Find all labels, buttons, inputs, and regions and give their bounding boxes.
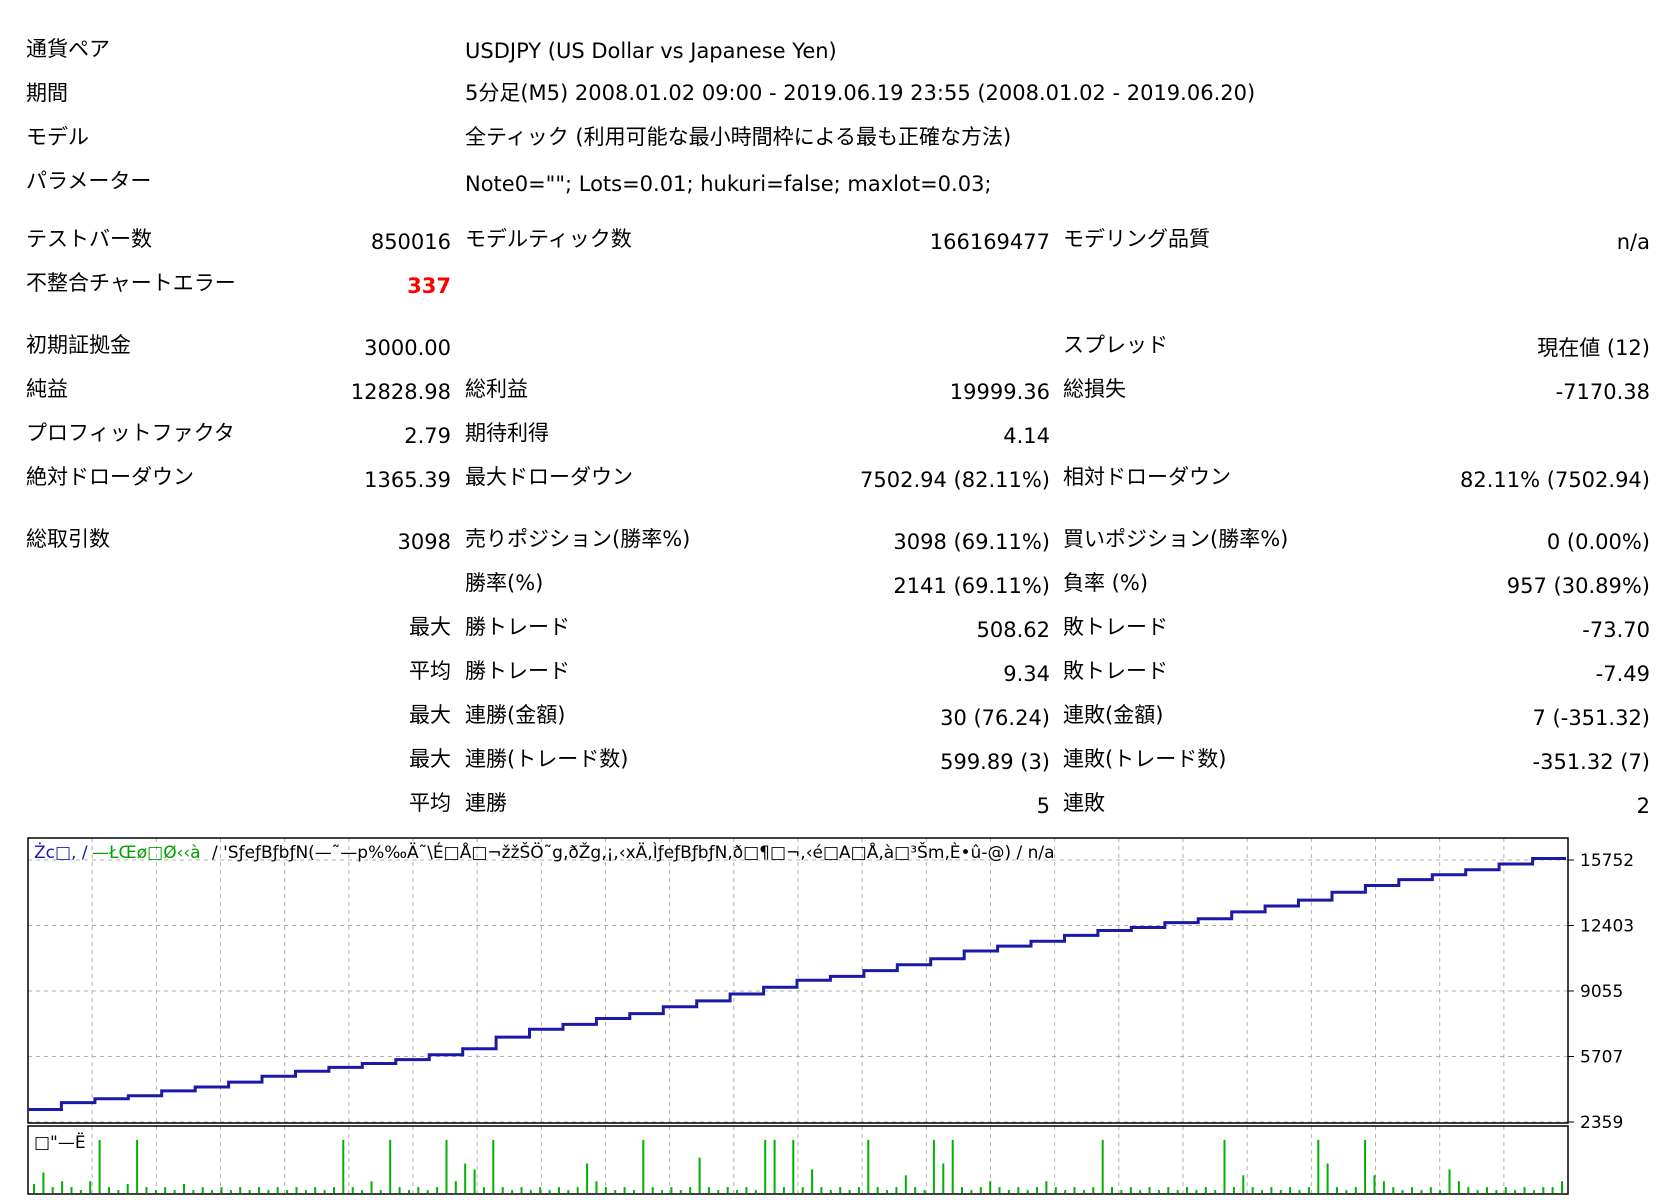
balance-series-line — [28, 857, 1566, 1111]
y-tick-label: 9055 — [1580, 982, 1623, 1002]
legend-balance: Żc□, / — [34, 842, 88, 863]
largest-loss-value: -73.70 — [1582, 618, 1650, 642]
mismatch-errors-value: 337 — [407, 274, 451, 298]
win-rate-label: 勝率(%) — [465, 571, 544, 595]
max-label-3: 最大 — [409, 747, 451, 771]
period-label: 期間 — [26, 81, 68, 105]
avg-win-value: 9.34 — [1003, 662, 1050, 686]
win-rate-value: 2141 (69.11%) — [893, 574, 1050, 598]
y-axis-ticks: 2359 5707 9055 12403 15752 — [1568, 851, 1634, 1133]
gross-loss-value: -7170.38 — [1555, 380, 1650, 404]
avg-consec-wins-label: 連勝 — [465, 791, 507, 815]
avg-loss-value: -7.49 — [1595, 662, 1650, 686]
initial-deposit-label: 初期証拠金 — [26, 333, 131, 357]
modeling-quality-label: モデリング品質 — [1063, 227, 1210, 251]
largest-win-label: 勝トレード — [465, 615, 570, 639]
largest-loss-label: 敗トレード — [1063, 615, 1168, 639]
expected-payoff-label: 期待利得 — [465, 421, 549, 445]
avg-win-label: 勝トレード — [465, 659, 570, 683]
rel-drawdown-label: 相対ドローダウン — [1063, 465, 1231, 489]
y-tick-label: 5707 — [1580, 1048, 1623, 1068]
y-tick-label: 2359 — [1580, 1113, 1623, 1133]
currency-pair-value: USDJPY (US Dollar vs Japanese Yen) — [465, 39, 837, 63]
test-bars-label: テストバー数 — [26, 227, 152, 251]
y-tick-label: 15752 — [1580, 851, 1634, 871]
loss-rate-label: 負率 (%) — [1063, 571, 1149, 595]
net-profit-value: 12828.98 — [350, 380, 451, 404]
max-consec-losses-count-label: 連敗(トレード数) — [1063, 747, 1227, 771]
abs-drawdown-value: 1365.39 — [364, 468, 451, 492]
modeling-quality-value: n/a — [1616, 230, 1650, 254]
max-consec-losses-amount-label: 連敗(金額) — [1063, 703, 1164, 727]
short-positions-value: 3098 (69.11%) — [893, 530, 1050, 554]
avg-loss-label: 敗トレード — [1063, 659, 1168, 683]
max-drawdown-label: 最大ドローダウン — [465, 465, 633, 489]
model-value: 全ティック (利用可能な最小時間枠による最も正確な方法) — [465, 125, 1012, 149]
y-tick-label: 12403 — [1580, 917, 1634, 937]
mismatch-errors-label: 不整合チャートエラー — [26, 271, 236, 295]
max-consec-losses-count-value: -351.32 (7) — [1532, 750, 1650, 774]
total-trades-value: 3098 — [397, 530, 451, 554]
balance-chart: 2359 5707 9055 12403 15752 Żc□, / —ŁŒø□Ø‹‹à … — [0, 830, 1672, 1200]
currency-pair-label: 通貨ペア — [26, 37, 110, 61]
avg-label-2: 平均 — [409, 791, 451, 815]
max-label-2: 最大 — [409, 703, 451, 727]
long-positions-value: 0 (0.00%) — [1546, 530, 1650, 554]
max-drawdown-value: 7502.94 (82.11%) — [860, 468, 1050, 492]
max-consec-wins-count-label: 連勝(トレード数) — [465, 747, 629, 771]
max-consec-wins-amount-value: 30 (76.24) — [940, 706, 1050, 730]
avg-consec-losses-label: 連敗 — [1063, 791, 1105, 815]
test-bars-value: 850016 — [370, 230, 451, 254]
avg-consec-wins-value: 5 — [1036, 794, 1050, 818]
profit-factor-label: プロフィットファクタ — [26, 421, 235, 445]
model-ticks-value: 166169477 — [929, 230, 1050, 254]
max-label-1: 最大 — [409, 615, 451, 639]
legend-equity: —ŁŒø□Ø‹‹à — [92, 843, 201, 863]
expected-payoff-value: 4.14 — [1003, 424, 1050, 448]
spread-label: スプレッド — [1063, 333, 1168, 357]
largest-win-value: 508.62 — [976, 618, 1050, 642]
rel-drawdown-value: 82.11% (7502.94) — [1460, 468, 1650, 492]
params-label: パラメーター — [26, 169, 152, 193]
model-ticks-label: モデルティック数 — [465, 227, 632, 251]
gross-profit-label: 総利益 — [465, 377, 528, 401]
params-value: Note0=""; Lots=0.01; hukuri=false; maxlo… — [465, 172, 992, 196]
legend-description: / 'SƒeƒBƒbƒN(—˜—p%‰Ä˜\É□Å□¬žžŠÖ˜g‚ðŽg‚¡,… — [212, 841, 1055, 863]
max-consec-losses-amount-value: 7 (-351.32) — [1532, 706, 1650, 730]
max-consec-wins-amount-label: 連勝(金額) — [465, 703, 566, 727]
volume-label: □"—Ë — [34, 1132, 86, 1153]
max-consec-wins-count-value: 599.89 (3) — [940, 750, 1050, 774]
net-profit-label: 純益 — [26, 377, 68, 401]
profit-factor-value: 2.79 — [404, 424, 451, 448]
avg-consec-losses-value: 2 — [1636, 794, 1650, 818]
loss-rate-value: 957 (30.89%) — [1506, 574, 1650, 598]
total-trades-label: 総取引数 — [26, 527, 110, 551]
period-value: 5分足(M5) 2008.01.02 09:00 - 2019.06.19 23… — [465, 81, 1256, 105]
long-positions-label: 買いポジション(勝率%) — [1063, 527, 1289, 551]
gross-profit-value: 19999.36 — [949, 380, 1050, 404]
initial-deposit-value: 3000.00 — [364, 336, 451, 360]
balance-chart-svg: 2359570790551240315752 Żc□, / —ŁŒø□Ø‹‹à … — [27, 837, 1634, 1195]
abs-drawdown-label: 絶対ドローダウン — [26, 465, 194, 489]
gross-loss-label: 総損失 — [1063, 377, 1126, 401]
short-positions-label: 売りポジション(勝率%) — [465, 527, 691, 551]
avg-label-1: 平均 — [409, 659, 451, 683]
model-label: モデル — [26, 125, 89, 149]
spread-value: 現在値 (12) — [1537, 336, 1650, 360]
